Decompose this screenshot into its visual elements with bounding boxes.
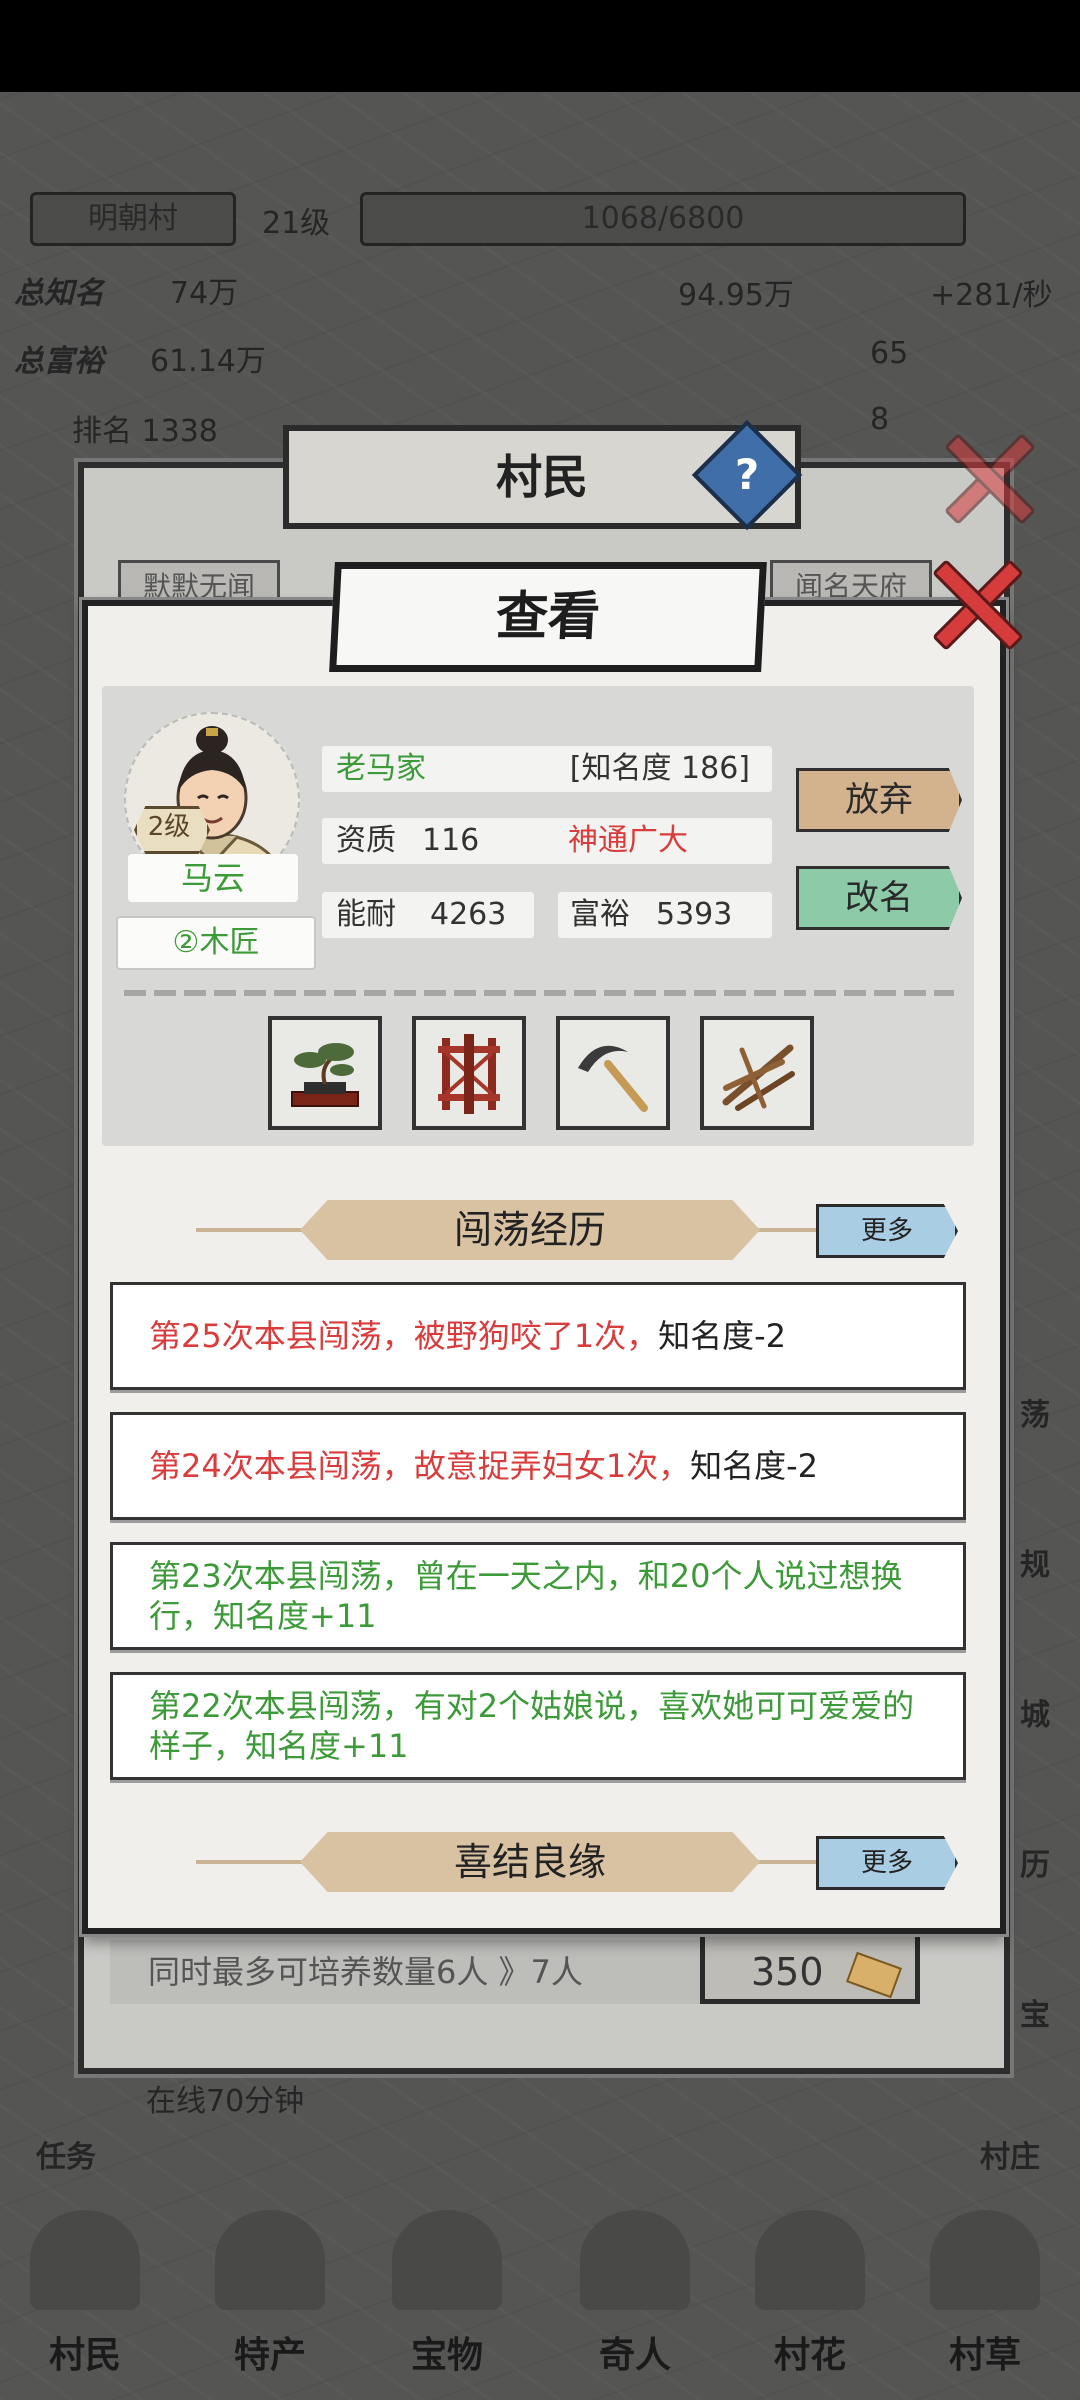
rename-button[interactable]: 改名: [796, 866, 962, 930]
item-slot-2[interactable]: [412, 1016, 526, 1130]
record-suffix: 知名度-2: [658, 1317, 787, 1355]
divider: [124, 990, 954, 996]
villager-panel-close-icon[interactable]: [940, 430, 1030, 520]
experience-record: 第22次本县闯荡，有对2个姑娘说，喜欢她可可爱爱的样子，知名度+11: [110, 1672, 966, 1780]
capacity-text: 同时最多可培养数量6人 》7人: [110, 1940, 728, 2004]
experience-more-button[interactable]: 更多: [816, 1204, 958, 1258]
upgrade-cost-button[interactable]: 350: [700, 1930, 920, 2004]
record-text: 第25次本县闯荡，被野狗咬了1次，: [149, 1317, 659, 1355]
family-name: 老马家: [336, 751, 426, 786]
bonsai-icon: [291, 1043, 359, 1107]
record-text: 第22次本县闯荡，有对2个姑娘说，喜欢她可可爱爱的样子，知名度+11: [149, 1687, 915, 1765]
ability-field: 能耐 4263: [322, 892, 534, 938]
status-bar: [0, 0, 1080, 92]
ability-value: 4263: [430, 897, 507, 932]
sticks-icon: [722, 1044, 795, 1111]
banner-line-left: [196, 1228, 316, 1232]
aptitude-label: 资质: [336, 823, 396, 858]
record-suffix: 知名度-2: [690, 1447, 819, 1485]
experience-record: 第23次本县闯荡，曾在一天之内，和20个人说过想换行，知名度+11: [110, 1542, 966, 1650]
item-slot-1[interactable]: [268, 1016, 382, 1130]
ticket-icon: [845, 1951, 902, 1998]
level-badge: 2级: [126, 806, 212, 854]
upgrade-cost: 350: [751, 1950, 824, 1994]
dialog-title: 查看: [329, 562, 767, 672]
banner-line-left: [196, 1860, 316, 1864]
experience-record: 第24次本县闯荡，故意捉弄妇女1次，知名度-2: [110, 1412, 966, 1520]
record-text: 第24次本县闯荡，故意捉弄妇女1次，: [149, 1447, 691, 1485]
ability-label: 能耐: [336, 897, 396, 932]
fame-value: [知名度 186]: [569, 751, 750, 786]
marriage-title: 喜结良缘: [300, 1832, 760, 1892]
aptitude-field: 资质 116 神通广大: [322, 818, 772, 864]
experience-record: 第25次本县闯荡，被野狗咬了1次，知名度-2: [110, 1282, 966, 1390]
record-text: 第23次本县闯荡，曾在一天之内，和20个人说过想换行，知名度+11: [149, 1557, 903, 1635]
item-slot-4[interactable]: [700, 1016, 814, 1130]
wealth-label: 富裕: [570, 897, 630, 932]
marriage-more-button[interactable]: 更多: [816, 1836, 958, 1890]
close-icon[interactable]: [928, 556, 1018, 646]
wealth-field: 富裕 5393: [558, 892, 772, 938]
villager-job: ②木匠: [116, 916, 316, 970]
aptitude-value: 116: [422, 823, 480, 858]
sickle-icon: [578, 1045, 648, 1112]
item-slot-3[interactable]: [556, 1016, 670, 1130]
experience-title: 闯荡经历: [300, 1200, 760, 1260]
family-field: 老马家 [知名度 186]: [322, 746, 772, 792]
rack-icon: [438, 1034, 500, 1114]
trait-text: 神通广大: [568, 823, 688, 858]
wealth-value: 5393: [656, 897, 733, 932]
abandon-button[interactable]: 放弃: [796, 768, 962, 832]
villager-name: 马云: [128, 854, 298, 902]
